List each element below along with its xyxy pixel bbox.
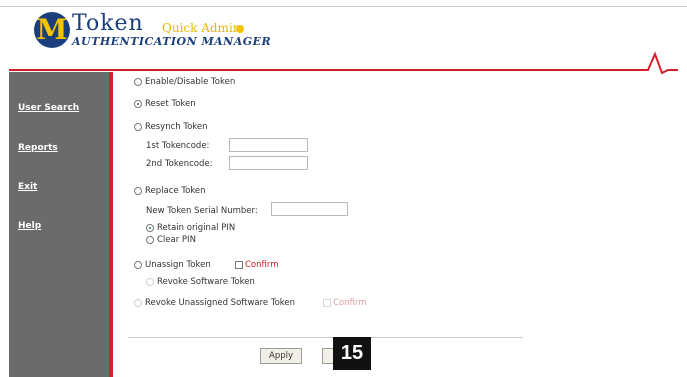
second-tokencode-input[interactable] — [229, 156, 308, 170]
logo-subtitle: AUTHENTICATION MANAGER — [72, 35, 272, 48]
logo-dot-icon — [236, 25, 244, 33]
enable-disable-label: Enable/Disable Token — [145, 77, 236, 87]
revoke-software-radio[interactable] — [146, 278, 154, 286]
resynch-token-label: Resynch Token — [145, 122, 208, 132]
apply-button[interactable]: Apply — [260, 348, 302, 364]
enable-disable-radio[interactable] — [134, 78, 142, 86]
revoke-software-option[interactable]: Revoke Software Token — [146, 277, 255, 287]
second-tokencode-label: 2nd Tokencode: — [146, 159, 213, 169]
reset-token-option[interactable]: Reset Token — [134, 99, 196, 109]
enable-disable-option[interactable]: Enable/Disable Token — [134, 77, 235, 87]
unassign-confirm-label: Confirm — [245, 260, 279, 270]
step-number-badge: 15 — [333, 337, 371, 370]
revoke-unassigned-confirm-checkbox[interactable] — [323, 299, 331, 307]
unassign-token-radio[interactable] — [134, 261, 142, 269]
sidebar-item-help[interactable]: Help — [18, 221, 41, 231]
first-tokencode-input[interactable] — [229, 138, 308, 152]
first-tokencode-label: 1st Tokencode: — [146, 141, 210, 151]
replace-token-radio[interactable] — [134, 187, 142, 195]
sidebar-red-border — [109, 72, 113, 377]
revoke-unassigned-radio[interactable] — [134, 299, 142, 307]
retain-pin-label: Retain original PIN — [157, 223, 236, 233]
logo-quick-admin: Quick Admin — [162, 21, 241, 35]
resynch-token-radio[interactable] — [134, 123, 142, 131]
unassign-confirm-option[interactable]: Confirm — [235, 260, 279, 270]
unassign-confirm-checkbox[interactable] — [235, 261, 243, 269]
resynch-token-option[interactable]: Resynch Token — [134, 122, 208, 132]
logo-token-text: Token — [72, 11, 144, 36]
replace-token-option[interactable]: Replace Token — [134, 186, 206, 196]
retain-pin-option[interactable]: Retain original PIN — [146, 223, 235, 233]
revoke-unassigned-label: Revoke Unassigned Software Token — [145, 298, 296, 308]
sidebar-item-reports[interactable]: Reports — [18, 143, 58, 153]
new-serial-input[interactable] — [271, 202, 348, 216]
unassign-token-label: Unassign Token — [145, 260, 211, 270]
sidebar-item-user-search[interactable]: User Search — [18, 103, 79, 113]
revoke-software-label: Revoke Software Token — [157, 277, 255, 287]
unassign-token-option[interactable]: Unassign Token — [134, 260, 211, 270]
form-divider — [128, 337, 523, 338]
sidebar-item-exit[interactable]: Exit — [18, 182, 37, 192]
retain-pin-radio[interactable] — [146, 224, 154, 232]
revoke-unassigned-confirm-label: Confirm — [333, 298, 367, 308]
top-divider — [0, 6, 687, 7]
new-serial-label: New Token Serial Number: — [146, 206, 258, 216]
clear-pin-option[interactable]: Clear PIN — [146, 235, 196, 245]
revoke-unassigned-confirm-option[interactable]: Confirm — [323, 298, 367, 308]
clear-pin-label: Clear PIN — [157, 235, 196, 245]
m-logo-icon: M — [34, 12, 70, 48]
replace-token-label: Replace Token — [145, 186, 206, 196]
revoke-unassigned-option[interactable]: Revoke Unassigned Software Token — [134, 298, 295, 308]
mtoken-logo: M Token Quick Admin AUTHENTICATION MANAG… — [34, 12, 274, 52]
reset-token-radio[interactable] — [134, 100, 142, 108]
reset-token-label: Reset Token — [145, 99, 196, 109]
clear-pin-radio[interactable] — [146, 236, 154, 244]
